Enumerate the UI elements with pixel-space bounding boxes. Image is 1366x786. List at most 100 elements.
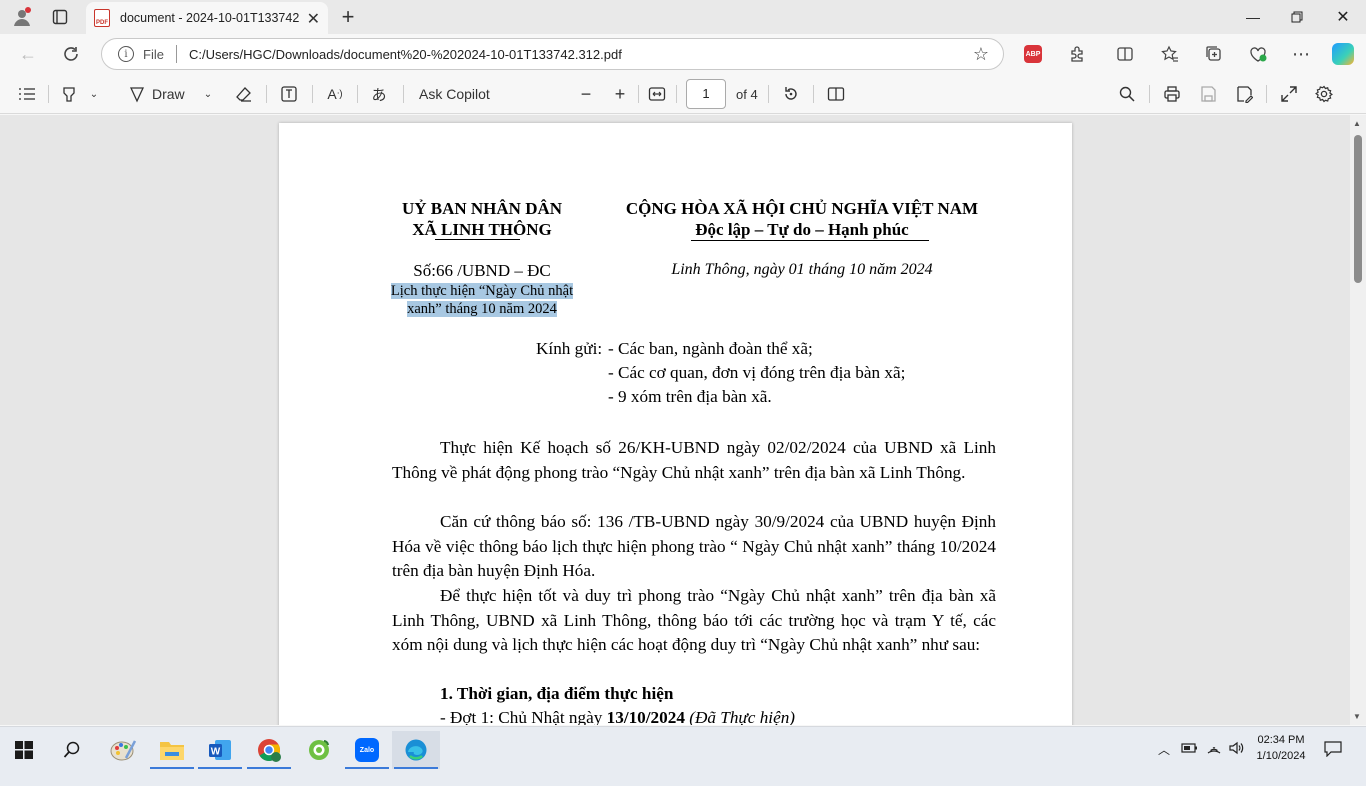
pdf-viewer[interactable]: UỶ BAN NHÂN DÂN XÃ LINH THÔNG Số:66 /UBN…: [0, 115, 1366, 725]
notifications-icon[interactable]: [1324, 741, 1342, 760]
vertical-scrollbar[interactable]: ▲ ▼: [1350, 115, 1366, 725]
scrollbar-thumb[interactable]: [1354, 135, 1362, 283]
add-text-icon[interactable]: [278, 82, 300, 106]
draw-chevron-down-icon[interactable]: ⌄: [200, 82, 216, 106]
toolbar-divider: [1266, 85, 1267, 103]
body-paragraph: Để thực hiện tốt và duy trì phong trào “…: [392, 586, 996, 655]
subject-line1: Lịch thực hiện “Ngày Chủ nhật: [390, 283, 574, 299]
restore-icon[interactable]: [1274, 5, 1320, 29]
recipients-label: Kính gửi:: [536, 339, 603, 358]
section-heading: 1. Thời gian, địa điểm thực hiện: [440, 684, 674, 703]
tab-title: document - 2024-10-01T133742.312.pdf: [120, 11, 300, 25]
round-date: 13/10/2024: [606, 708, 685, 725]
chrome-app-icon[interactable]: [245, 731, 293, 769]
national-title: CỘNG HÒA XÃ HỘI CHỦ NGHĨA VIỆT NAM: [625, 199, 979, 218]
new-tab-icon[interactable]: +: [334, 4, 362, 30]
issuer-name-line2: XÃ LINH THÔNG: [382, 220, 582, 240]
tab-actions-icon[interactable]: [46, 4, 74, 30]
body-paragraph: Thực hiện Kế hoạch số 26/KH-UBND ngày 02…: [392, 438, 996, 482]
recipient-item: - 9 xóm trên địa bàn xã.: [608, 387, 772, 406]
print-icon[interactable]: [1161, 82, 1183, 106]
zoom-in-icon[interactable]: +: [609, 82, 631, 106]
schedule-round-1: - Đợt 1: Chủ Nhật ngày 13/10/2024 (Đã Th…: [440, 708, 795, 725]
browser-essentials-icon[interactable]: [1244, 41, 1272, 67]
word-app-icon[interactable]: W: [196, 731, 244, 769]
issuer-name-line1: UỶ BAN NHÂN DÂN: [401, 199, 563, 218]
pdf-page: UỶ BAN NHÂN DÂN XÃ LINH THÔNG Số:66 /UBN…: [279, 123, 1072, 725]
back-icon[interactable]: ←: [14, 41, 42, 67]
pdf-file-icon: PDF: [94, 9, 110, 27]
battery-icon[interactable]: [1181, 741, 1199, 758]
zoom-out-icon[interactable]: −: [575, 82, 597, 106]
toolbar-divider: [357, 85, 358, 103]
round-prefix: - Đợt 1: Chủ Nhật ngày: [440, 708, 607, 725]
fit-to-page-icon[interactable]: [646, 82, 668, 106]
url-field[interactable]: i File C:/Users/HGC/Downloads/document%2…: [101, 38, 1004, 70]
refresh-icon[interactable]: [57, 41, 85, 67]
settings-gear-icon[interactable]: [1313, 82, 1335, 106]
show-hidden-icons-chevron-icon[interactable]: ︿: [1158, 741, 1170, 758]
url-scheme-label: File: [143, 46, 164, 62]
extensions-icon[interactable]: [1063, 41, 1091, 67]
scroll-up-arrow-icon[interactable]: ▲: [1353, 119, 1361, 128]
page-total-label: of 4: [736, 87, 758, 102]
highlight-icon[interactable]: [58, 82, 80, 106]
ask-copilot-button[interactable]: Ask Copilot: [419, 82, 490, 106]
rotate-icon[interactable]: [780, 82, 802, 106]
zalo-label: Zalo: [359, 746, 375, 754]
table-of-contents-icon[interactable]: [16, 82, 38, 106]
windows-start-icon[interactable]: [0, 731, 48, 769]
windows-taskbar: W Zalo ︿ 02:34 PM 1/10/2024: [0, 726, 1366, 786]
page-view-icon[interactable]: [825, 82, 847, 106]
read-aloud-icon[interactable]: A ᐧ): [324, 82, 346, 106]
draw-icon[interactable]: [126, 82, 148, 106]
toolbar-divider: [266, 85, 267, 103]
body-paragraph: Căn cứ thông báo số: 136 /TB-UBND ngày 3…: [392, 512, 996, 581]
address-bar-row: ← i File C:/Users/HGC/Downloads/document…: [0, 34, 1366, 74]
favorite-star-icon[interactable]: ☆: [973, 44, 989, 65]
paint-app-icon[interactable]: [99, 731, 147, 769]
taskbar-clock[interactable]: 02:34 PM 1/10/2024: [1248, 732, 1314, 764]
tab-document[interactable]: PDF document - 2024-10-01T133742.312.pdf…: [86, 2, 328, 34]
issuer-underline: [435, 239, 520, 240]
document-subject: Lịch thực hiện “Ngày Chủ nhật xanh” thán…: [379, 282, 585, 318]
toolbar-divider: [48, 85, 49, 103]
issuer-name-line2-text: XÃ LINH THÔNG: [412, 220, 552, 239]
edge-app-icon[interactable]: [392, 731, 440, 769]
more-options-icon[interactable]: ⋯: [1287, 41, 1315, 67]
toolbar-divider: [1149, 85, 1150, 103]
url-text[interactable]: C:/Users/HGC/Downloads/document%20-%2020…: [189, 47, 622, 62]
fullscreen-icon[interactable]: [1278, 82, 1300, 106]
svg-text:W: W: [211, 747, 221, 758]
erase-icon[interactable]: [233, 82, 255, 106]
page-number-input[interactable]: 1: [686, 79, 726, 109]
network-icon[interactable]: [1206, 741, 1222, 758]
split-screen-icon[interactable]: [1111, 41, 1139, 67]
favorites-icon[interactable]: [1156, 41, 1184, 67]
save-icon[interactable]: [1197, 82, 1219, 106]
motto-underline: [691, 240, 929, 241]
minimize-icon[interactable]: —: [1230, 5, 1276, 29]
scroll-down-arrow-icon[interactable]: ▼: [1353, 712, 1361, 721]
profile-icon[interactable]: [8, 4, 36, 30]
toolbar-divider: [676, 85, 677, 103]
browser-tabstrip: PDF document - 2024-10-01T133742.312.pdf…: [0, 0, 1366, 34]
close-window-icon[interactable]: ✕: [1320, 5, 1366, 29]
highlight-chevron-down-icon[interactable]: ⌄: [86, 82, 102, 106]
tab-close-icon[interactable]: ✕: [307, 9, 320, 29]
info-icon[interactable]: i: [118, 46, 134, 62]
save-as-icon[interactable]: [1233, 82, 1255, 106]
find-search-icon[interactable]: [1116, 82, 1138, 106]
draw-label[interactable]: Draw: [152, 82, 185, 106]
adblock-plus-icon[interactable]: ABP: [1019, 41, 1047, 67]
coccoc-app-icon[interactable]: [295, 731, 343, 769]
search-icon[interactable]: [48, 731, 96, 769]
translate-icon[interactable]: あ: [368, 82, 390, 106]
document-number: Số:66 /UBND – ĐC: [413, 261, 551, 280]
volume-icon[interactable]: [1228, 741, 1246, 758]
file-explorer-icon[interactable]: [148, 731, 196, 769]
copilot-icon[interactable]: [1329, 41, 1357, 67]
zalo-app-icon[interactable]: Zalo: [343, 731, 391, 769]
collections-icon[interactable]: [1200, 41, 1228, 67]
recipient-item: - Các ban, ngành đoàn thể xã;: [608, 339, 813, 358]
